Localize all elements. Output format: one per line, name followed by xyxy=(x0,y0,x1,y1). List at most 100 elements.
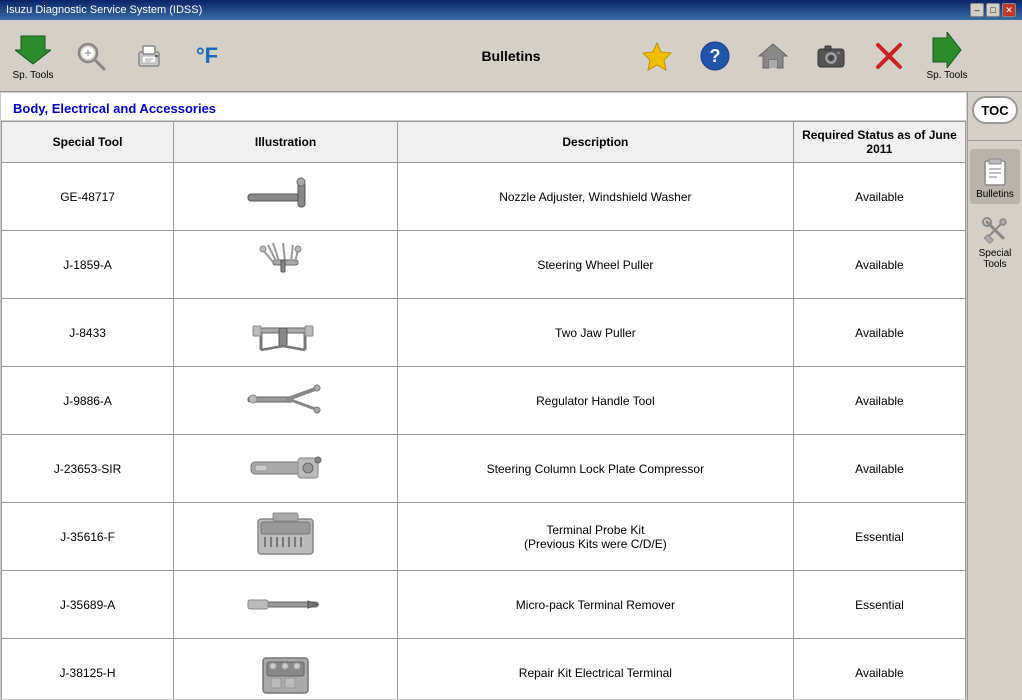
col-description: Description xyxy=(397,122,793,163)
title-bar-controls: – □ ✕ xyxy=(970,3,1016,17)
table-row: GE-48717 Nozzle Adjust xyxy=(2,163,966,231)
close-button[interactable]: ✕ xyxy=(1002,3,1016,17)
green-arrow-right-icon xyxy=(927,30,967,70)
close-x-button[interactable] xyxy=(864,36,914,76)
illustration-cell xyxy=(174,435,398,503)
content-pane: Body, Electrical and Accessories Special… xyxy=(0,92,967,700)
magnifier-button[interactable] xyxy=(66,36,116,76)
temperature-button[interactable]: °F xyxy=(182,36,232,76)
toolbar: Sp. Tools xyxy=(0,20,1022,92)
tool-id-cell: J-8433 xyxy=(2,299,174,367)
col-special-tool: Special Tool xyxy=(2,122,174,163)
status-cell: Available xyxy=(793,435,965,503)
sp-tools-right-label: Sp. Tools xyxy=(927,70,968,81)
bulletins-icon xyxy=(977,153,1013,189)
table-row: J-9886-A xyxy=(2,367,966,435)
sidebar-item-bulletins[interactable]: Bulletins xyxy=(970,149,1020,204)
title-bar: Isuzu Diagnostic Service System (IDSS) –… xyxy=(0,0,1022,20)
tool-illustration xyxy=(241,305,331,360)
col-status: Required Status as of June 2011 xyxy=(793,122,965,163)
table-header-row: Special Tool Illustration Description Re… xyxy=(2,122,966,163)
tool-id-cell: J-38125-H xyxy=(2,639,174,700)
tool-illustration xyxy=(241,509,331,564)
toolbar-center-label: Bulletins xyxy=(481,48,540,64)
col-illustration: Illustration xyxy=(174,122,398,163)
description-cell: Steering Column Lock Plate Compressor xyxy=(397,435,793,503)
tool-id-cell: J-23653-SIR xyxy=(2,435,174,503)
minimize-button[interactable]: – xyxy=(970,3,984,17)
temperature-icon: °F xyxy=(187,36,227,76)
camera-button[interactable] xyxy=(806,36,856,76)
close-x-icon xyxy=(869,36,909,76)
status-cell: Available xyxy=(793,299,965,367)
toc-label: TOC xyxy=(981,103,1008,118)
description-cell: Two Jaw Puller xyxy=(397,299,793,367)
special-tools-icon xyxy=(977,212,1013,248)
sp-tools-left-button[interactable]: Sp. Tools xyxy=(8,30,58,81)
tools-table: Special Tool Illustration Description Re… xyxy=(1,121,966,699)
status-cell: Available xyxy=(793,367,965,435)
description-cell: Regulator Handle Tool xyxy=(397,367,793,435)
camera-icon xyxy=(811,36,851,76)
tool-id-cell: J-1859-A xyxy=(2,231,174,299)
illustration-cell xyxy=(174,571,398,639)
tool-illustration xyxy=(241,373,331,428)
tool-id-cell: J-35689-A xyxy=(2,571,174,639)
star-icon xyxy=(637,36,677,76)
main-area: Body, Electrical and Accessories Special… xyxy=(0,92,1022,700)
illustration-cell xyxy=(174,639,398,700)
illustration-cell xyxy=(174,231,398,299)
table-row: J-35689-A xyxy=(2,571,966,639)
printer-button[interactable] xyxy=(124,36,174,76)
home-button[interactable] xyxy=(748,36,798,76)
description-cell: Terminal Probe Kit (Previous Kits were C… xyxy=(397,503,793,571)
tool-id-cell: J-35616-F xyxy=(2,503,174,571)
toc-button[interactable]: TOC xyxy=(972,96,1018,124)
green-arrow-down-icon xyxy=(13,30,53,70)
right-sidebar: TOC Bulletins xyxy=(967,92,1022,700)
status-cell: Available xyxy=(793,231,965,299)
tool-id-cell: GE-48717 xyxy=(2,163,174,231)
title-bar-left: Isuzu Diagnostic Service System (IDSS) xyxy=(6,4,202,16)
sidebar-item-special-tools[interactable]: Special Tools xyxy=(970,208,1020,274)
status-cell: Available xyxy=(793,639,965,700)
illustration-cell xyxy=(174,503,398,571)
maximize-button[interactable]: □ xyxy=(986,3,1000,17)
special-tools-label: Special Tools xyxy=(972,248,1018,270)
description-cell: Nozzle Adjuster, Windshield Washer xyxy=(397,163,793,231)
sidebar-divider xyxy=(968,140,1022,141)
description-cell: Repair Kit Electrical Terminal xyxy=(397,639,793,700)
content-header: Body, Electrical and Accessories xyxy=(1,93,966,121)
illustration-cell xyxy=(174,299,398,367)
tool-id-cell: J-9886-A xyxy=(2,367,174,435)
tool-illustration xyxy=(241,441,331,496)
scroll-area[interactable]: Special Tool Illustration Description Re… xyxy=(1,121,966,699)
bulletins-label: Bulletins xyxy=(976,189,1014,200)
toolbar-right: ? xyxy=(632,30,972,81)
svg-text:?: ? xyxy=(710,46,721,66)
status-cell: Essential xyxy=(793,571,965,639)
table-row: J-23653-SIR xyxy=(2,435,966,503)
illustration-cell xyxy=(174,367,398,435)
tool-illustration xyxy=(241,645,331,699)
bulletins-title: Bulletins xyxy=(481,48,540,64)
tool-illustration xyxy=(241,237,331,292)
tool-illustration xyxy=(241,169,331,224)
status-cell: Essential xyxy=(793,503,965,571)
table-row: J-8433 xyxy=(2,299,966,367)
sp-tools-right-button[interactable]: Sp. Tools xyxy=(922,30,972,81)
home-icon xyxy=(753,36,793,76)
help-button[interactable]: ? xyxy=(690,36,740,76)
table-row: J-38125-H xyxy=(2,639,966,700)
description-cell: Steering Wheel Puller xyxy=(397,231,793,299)
star-button[interactable] xyxy=(632,36,682,76)
description-cell: Micro-pack Terminal Remover xyxy=(397,571,793,639)
magnifier-icon xyxy=(71,36,111,76)
sp-tools-left-label: Sp. Tools xyxy=(13,70,54,81)
printer-icon xyxy=(129,36,169,76)
question-icon: ? xyxy=(695,36,735,76)
toolbar-left: Sp. Tools xyxy=(8,30,232,81)
tool-illustration xyxy=(241,577,331,632)
table-row: J-35616-F xyxy=(2,503,966,571)
illustration-cell xyxy=(174,163,398,231)
